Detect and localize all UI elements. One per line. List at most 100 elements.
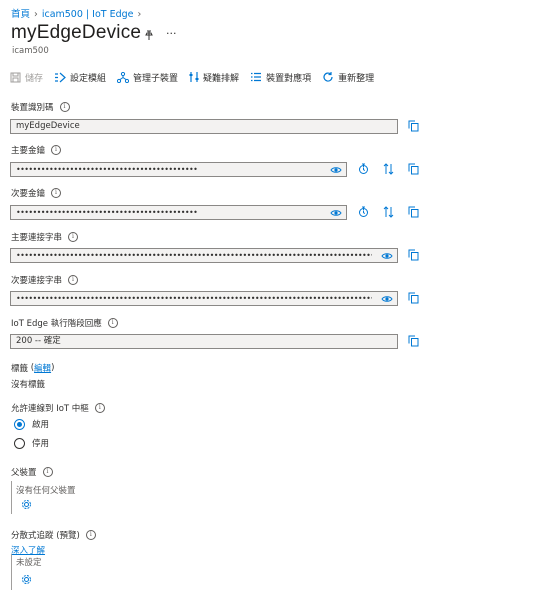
list-icon: [251, 72, 262, 82]
swap-keys-icon[interactable]: [381, 162, 395, 176]
set-modules-icon: [55, 72, 66, 82]
info-icon[interactable]: i: [51, 188, 62, 198]
tags-value: 沒有標籤: [11, 380, 46, 390]
copy-icon[interactable]: [406, 205, 420, 219]
secondary-key-value: ••••••••••••••••••••••••••••••••••••••••…: [16, 208, 198, 217]
page-subtitle: icam500: [12, 46, 49, 56]
secondary-key-label: 次要金鑰 i: [11, 187, 62, 199]
distributed-tracing-label: 分散式追蹤 (預覽) i: [11, 529, 96, 541]
runtime-response-field[interactable]: 200 -- 確定: [10, 334, 398, 349]
parent-device-divider: [11, 481, 12, 514]
pin-icon[interactable]: [144, 30, 154, 44]
manage-child-devices-label: 管理子裝置: [133, 73, 179, 84]
chevron-right-icon: ›: [34, 9, 38, 20]
manage-child-devices-button[interactable]: 管理子裝置: [117, 71, 178, 84]
device-id-label: 裝置識別碼 i: [11, 101, 70, 113]
radio-disable[interactable]: 停用: [14, 437, 49, 449]
device-id-field[interactable]: myEdgeDevice: [10, 119, 398, 134]
chevron-right-icon: ›: [137, 9, 142, 20]
radio-unselected-icon: [14, 437, 25, 449]
set-modules-button[interactable]: 設定模組: [54, 71, 106, 84]
eye-icon[interactable]: [380, 292, 394, 305]
distributed-tracing-value: 未設定: [16, 558, 42, 568]
primary-key-label-text: 主要金鑰: [11, 146, 46, 156]
copy-icon[interactable]: [406, 248, 420, 262]
tags-label: 標籤 (編輯): [11, 362, 54, 374]
secondary-connection-string-label: 次要連接字串 i: [11, 274, 79, 286]
save-button[interactable]: 儲存: [10, 71, 43, 84]
refresh-icon: [323, 72, 333, 82]
device-id-label-text: 裝置識別碼: [11, 103, 54, 113]
breadcrumb: 首頁 › icam500 | IoT Edge ›: [11, 6, 145, 20]
parent-device-label: 父裝置 i: [11, 466, 53, 478]
command-bar: 儲存 設定模組 管理子裝置 疑難排解 裝置對應項 重新整理: [10, 70, 385, 84]
secondary-key-field[interactable]: ••••••••••••••••••••••••••••••••••••••••…: [10, 205, 347, 220]
runtime-response-label: IoT Edge 執行階段回應 i: [11, 317, 118, 329]
edit-tags-link[interactable]: 編輯: [34, 362, 51, 374]
radio-enable-label: 啟用: [32, 420, 50, 430]
regenerate-icon[interactable]: [356, 205, 370, 219]
primary-connection-string-field[interactable]: ••••••••••••••••••••••••••••••••••••••••…: [10, 248, 398, 263]
primary-key-label: 主要金鑰 i: [11, 144, 62, 156]
regenerate-icon[interactable]: [356, 162, 370, 176]
radio-disable-label: 停用: [32, 439, 50, 449]
troubleshoot-button[interactable]: 疑難排解: [189, 71, 239, 84]
info-icon[interactable]: i: [94, 403, 105, 413]
breadcrumb-hub[interactable]: icam500 | IoT Edge: [42, 9, 134, 20]
gear-icon[interactable]: [21, 574, 32, 588]
tags-label-text: 標籤: [11, 364, 29, 374]
copy-icon[interactable]: [406, 162, 420, 176]
runtime-response-label-text: IoT Edge 執行階段回應: [11, 319, 102, 329]
learn-more-link[interactable]: 深入了解: [11, 544, 45, 556]
info-icon[interactable]: i: [107, 318, 118, 328]
hub-connection-label: 允許連線到 IoT 中樞 i: [11, 402, 105, 414]
page-title: myEdgeDevice: [11, 22, 142, 43]
primary-connection-string-label-text: 主要連接字串: [11, 233, 63, 243]
radio-enable[interactable]: 啟用: [14, 418, 49, 430]
secondary-connection-string-label-text: 次要連接字串: [11, 276, 63, 286]
troubleshoot-icon: [189, 72, 199, 82]
eye-icon[interactable]: [380, 249, 394, 262]
tags-paren-close: ): [51, 363, 55, 373]
save-label: 儲存: [25, 73, 44, 84]
secondary-key-label-text: 次要金鑰: [11, 189, 46, 199]
copy-icon[interactable]: [406, 334, 420, 348]
info-icon[interactable]: i: [51, 145, 62, 155]
more-icon[interactable]: ···: [166, 27, 177, 40]
save-icon: [10, 72, 21, 82]
primary-connection-string-label: 主要連接字串 i: [11, 231, 79, 243]
primary-key-value: ••••••••••••••••••••••••••••••••••••••••…: [16, 165, 198, 174]
device-id-value: myEdgeDevice: [16, 121, 80, 131]
hub-connection-label-text: 允許連線到 IoT 中樞: [11, 404, 89, 414]
swap-keys-icon[interactable]: [381, 205, 395, 219]
tracing-divider: [11, 554, 12, 590]
eye-icon[interactable]: [329, 163, 343, 176]
gear-icon[interactable]: [21, 499, 32, 513]
info-icon[interactable]: i: [85, 530, 96, 540]
parent-device-label-text: 父裝置: [11, 468, 37, 478]
copy-icon[interactable]: [406, 291, 420, 305]
troubleshoot-label: 疑難排解: [203, 73, 240, 84]
primary-connection-string-value: ••••••••••••••••••••••••••••••••••••••••…: [16, 251, 372, 260]
secondary-connection-string-value: ••••••••••••••••••••••••••••••••••••••••…: [16, 294, 372, 303]
learn-more-text: 深入了解: [11, 546, 46, 556]
refresh-button[interactable]: 重新整理: [322, 71, 374, 84]
parent-device-value: 沒有任何父裝置: [16, 486, 76, 496]
info-icon[interactable]: i: [68, 275, 79, 285]
device-twin-label: 裝置對應項: [266, 73, 312, 84]
primary-key-field[interactable]: ••••••••••••••••••••••••••••••••••••••••…: [10, 162, 347, 177]
info-icon[interactable]: i: [59, 102, 70, 112]
hierarchy-icon: [117, 71, 130, 83]
eye-icon[interactable]: [329, 206, 343, 219]
device-twin-button[interactable]: 裝置對應項: [250, 71, 311, 84]
breadcrumb-home[interactable]: 首頁: [11, 9, 30, 20]
secondary-connection-string-field[interactable]: ••••••••••••••••••••••••••••••••••••••••…: [10, 291, 398, 306]
runtime-response-value: 200 -- 確定: [16, 336, 61, 346]
set-modules-label: 設定模組: [70, 73, 107, 84]
info-icon[interactable]: i: [68, 232, 79, 242]
radio-selected-icon: [14, 418, 25, 430]
refresh-label: 重新整理: [338, 73, 375, 84]
distributed-tracing-label-text: 分散式追蹤 (預覽): [11, 531, 80, 541]
info-icon[interactable]: i: [42, 467, 53, 477]
copy-icon[interactable]: [406, 119, 420, 133]
